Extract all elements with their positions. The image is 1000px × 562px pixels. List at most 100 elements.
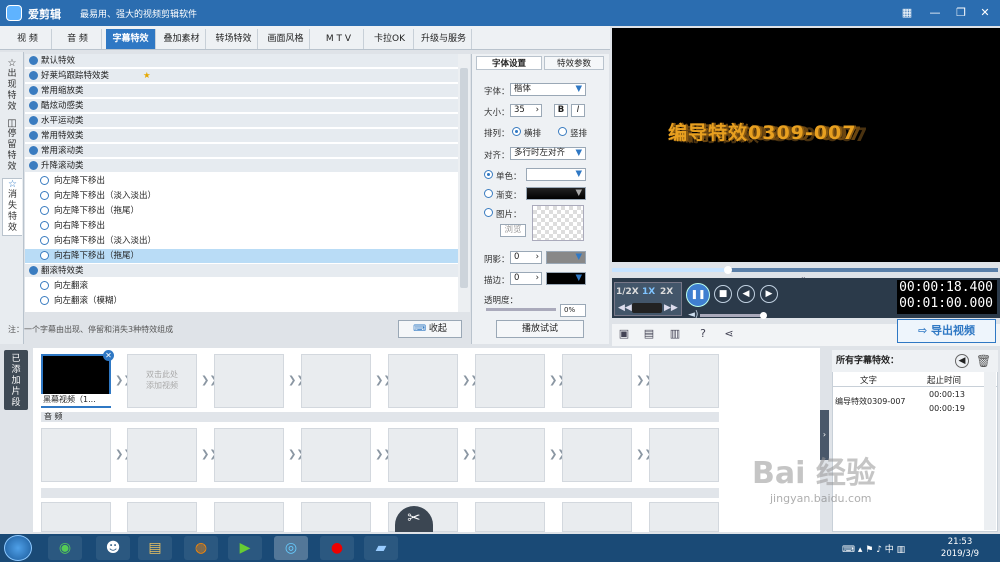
clip-slot[interactable] — [388, 354, 458, 408]
list-item[interactable]: 默认特效 — [25, 54, 458, 68]
clip-slot[interactable] — [649, 354, 719, 408]
export-video-button[interactable]: ⇨ 导出视频 — [897, 319, 996, 343]
list-item[interactable]: 水平运动类 — [25, 114, 458, 128]
list-item[interactable]: 升降滚动类 — [25, 159, 458, 173]
transition-arrow-icon[interactable]: ❯❯ — [288, 376, 305, 386]
transition-arrow-icon[interactable]: ❯❯ — [115, 450, 132, 460]
list-item[interactable]: 常用缩放类 — [25, 84, 458, 98]
transition-arrow-icon[interactable]: ❯❯ — [636, 376, 653, 386]
ime-icon[interactable]: 中 — [885, 545, 897, 555]
scrollbar-thumb[interactable] — [460, 68, 468, 288]
transition-arrow-icon[interactable]: ❯❯ — [375, 376, 392, 386]
taskbar-app-360-icon[interactable]: ◉ — [48, 536, 82, 560]
save-icon[interactable]: ▥ — [668, 328, 682, 340]
gradient-picker[interactable]: ▼ — [526, 187, 586, 200]
layout-vertical-radio[interactable] — [558, 127, 567, 136]
clip-slot[interactable] — [562, 502, 632, 532]
clip-slot[interactable] — [127, 428, 197, 482]
taskbar-explorer-icon[interactable]: ▤ — [138, 536, 172, 560]
list-item[interactable]: 好莱坞跟踪特效类 ★ — [25, 69, 458, 83]
clip-slot[interactable] — [41, 502, 111, 532]
list-item-selected[interactable]: 向右降下移出（拖尾） — [25, 249, 458, 263]
side-tab-stay[interactable]: ◫ 停留特效 — [2, 118, 22, 174]
tab-transition[interactable]: 转场特效 — [210, 29, 258, 49]
clip-slot[interactable] — [475, 428, 545, 482]
taskbar-app-icon[interactable]: ▰ — [364, 536, 398, 560]
delete-icon[interactable]: 🗑 — [976, 354, 991, 368]
taskbar-aijianji-icon[interactable]: ◎ — [274, 536, 308, 560]
speed-1x[interactable]: 1X — [642, 287, 655, 297]
tab-video[interactable]: 视 频 — [4, 29, 52, 49]
transition-arrow-icon[interactable]: ❯❯ — [115, 376, 132, 386]
list-item[interactable]: 常用滚动类 — [25, 144, 458, 158]
clip-slot[interactable] — [301, 502, 371, 532]
speed-slider[interactable] — [632, 303, 662, 313]
image-radio[interactable] — [484, 208, 493, 217]
clip-slot[interactable] — [649, 428, 719, 482]
remove-clip-icon[interactable]: ✕ — [103, 350, 114, 361]
transition-arrow-icon[interactable]: ❯❯ — [462, 450, 479, 460]
shadow-color-picker[interactable]: ▼ — [546, 251, 586, 264]
help-icon[interactable]: ? — [696, 328, 710, 340]
list-item[interactable]: 向左降下移出（淡入淡出） — [25, 189, 458, 203]
clock[interactable]: 21:53 2019/3/9 — [938, 536, 982, 560]
clip-slot[interactable] — [562, 428, 632, 482]
font-select[interactable]: 楷体 ▼ — [510, 83, 586, 96]
tab-karaoke[interactable]: 卡拉OK — [366, 29, 414, 49]
gradient-radio[interactable] — [484, 189, 493, 198]
taskbar-video-player-icon[interactable]: ▶ — [228, 536, 262, 560]
clip-slot[interactable] — [214, 502, 284, 532]
transition-arrow-icon[interactable]: ❯❯ — [636, 450, 653, 460]
clip-slot[interactable] — [127, 502, 197, 532]
tab-upgrade[interactable]: 升级与服务 — [416, 29, 472, 49]
flag-icon[interactable]: ⚑ — [865, 545, 876, 555]
speed-2x[interactable]: 2X — [660, 287, 673, 297]
clip-slot[interactable] — [649, 502, 719, 532]
clip-slot[interactable] — [301, 354, 371, 408]
volume-thumb[interactable] — [760, 312, 767, 319]
fast-forward-icon[interactable]: ▶▶ — [664, 303, 678, 313]
new-project-icon[interactable]: ▣ — [617, 328, 631, 340]
network-icon[interactable]: ▥ — [897, 545, 906, 555]
transition-arrow-icon[interactable]: ❯❯ — [201, 450, 218, 460]
tab-subtitle-effects[interactable]: 字幕特效 — [106, 29, 156, 49]
stroke-input[interactable]: 0 › — [510, 272, 542, 285]
taskbar-recorder-icon[interactable]: ● — [320, 536, 354, 560]
clip-slot[interactable] — [41, 428, 111, 482]
clip-slot[interactable] — [214, 354, 284, 408]
seek-thumb[interactable] — [723, 266, 732, 274]
rewind-icon[interactable]: ◀◀ — [618, 303, 632, 313]
subtitle-list-scrollbar[interactable] — [984, 372, 996, 530]
list-item[interactable]: 常用特效类 — [25, 129, 458, 143]
prev-frame-button[interactable]: ◀ — [737, 285, 755, 303]
list-item[interactable]: 向右降下移出（淡入淡出） — [25, 234, 458, 248]
close-button[interactable]: ✕ — [976, 4, 994, 22]
clip-slot[interactable] — [475, 502, 545, 532]
list-item[interactable]: 向左降下移出 — [25, 174, 458, 188]
tab-audio[interactable]: 音 频 — [54, 29, 102, 49]
list-item[interactable]: 酷炫动感类 — [25, 99, 458, 113]
transition-arrow-icon[interactable]: ❯❯ — [288, 450, 305, 460]
tab-overlay[interactable]: 叠加素材 — [158, 29, 206, 49]
list-item[interactable]: 向左翻滚 — [25, 279, 458, 293]
size-input[interactable]: 35 › — [510, 104, 542, 117]
taskbar-qq-icon[interactable]: ☻ — [96, 536, 130, 560]
opacity-value[interactable]: 0% — [560, 304, 586, 317]
clip-slot[interactable] — [301, 428, 371, 482]
tab-style[interactable]: 画面风格 — [262, 29, 310, 49]
transition-arrow-icon[interactable]: ❯❯ — [462, 376, 479, 386]
stop-button[interactable]: ■ — [714, 285, 732, 303]
subtitle-row[interactable]: 编导特效0309-007 00:00:13 00:00:19 — [832, 390, 982, 416]
minimize-button[interactable]: — — [926, 4, 944, 22]
bold-button[interactable]: B — [554, 104, 568, 117]
list-scrollbar[interactable] — [458, 54, 470, 312]
opacity-slider[interactable] — [486, 308, 556, 311]
speaker-icon[interactable]: ♪ — [876, 545, 885, 555]
tab-mtv[interactable]: M T V — [314, 29, 364, 49]
italic-button[interactable]: I — [571, 104, 585, 117]
clip-slot[interactable] — [214, 428, 284, 482]
skin-icon[interactable]: ▦ — [898, 4, 916, 22]
transition-arrow-icon[interactable]: ❯❯ — [375, 450, 392, 460]
open-folder-icon[interactable]: ▤ — [642, 328, 656, 340]
volume-icon[interactable]: ◄) — [688, 310, 698, 320]
